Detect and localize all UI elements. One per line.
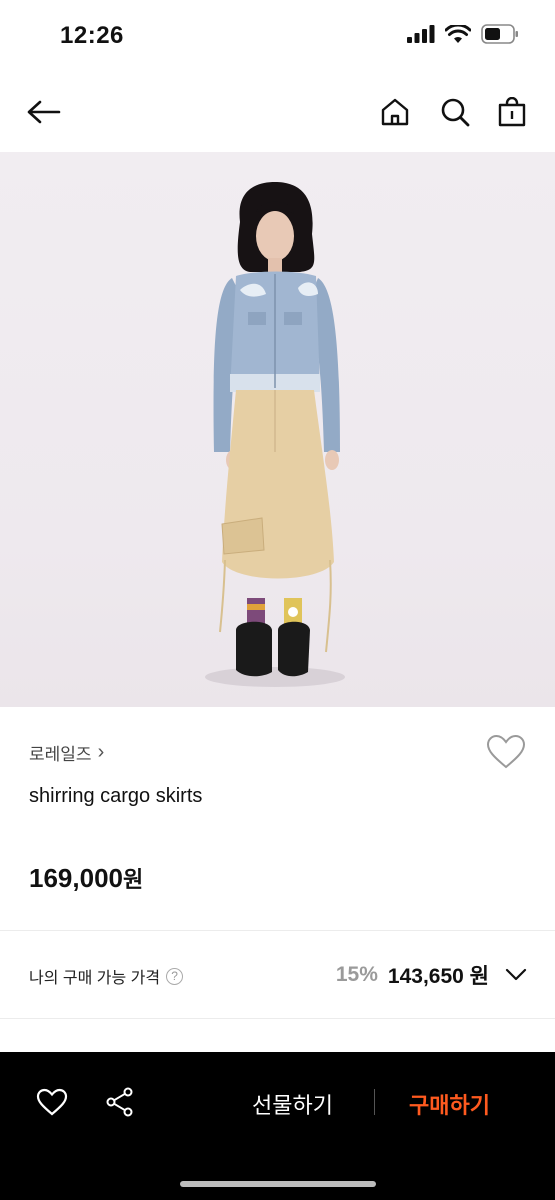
status-icons — [407, 24, 519, 44]
my-price-label-text: 나의 구매 가능 가격 — [29, 970, 161, 987]
bottom-action-bar — [0, 1052, 555, 1200]
back-arrow-icon — [27, 100, 61, 124]
chevron-down-icon — [505, 968, 527, 981]
home-icon — [381, 98, 409, 126]
discount-price: 143,650 원 — [388, 960, 489, 990]
divider — [0, 1018, 555, 1019]
home-button[interactable] — [373, 90, 417, 134]
status-bar: 12:26 — [0, 0, 555, 72]
shopping-bag-icon — [498, 97, 526, 127]
cart-button[interactable] — [490, 90, 534, 134]
product-price: 169,000원 — [29, 862, 143, 894]
wifi-icon — [445, 24, 471, 43]
share-button[interactable] — [100, 1083, 140, 1121]
price-value: 169,000 — [29, 863, 123, 893]
heart-outline-icon — [36, 1088, 68, 1116]
brand-name: 로레일즈 — [29, 745, 92, 764]
model-photo-illustration — [205, 182, 345, 687]
bottom-bar-separator — [374, 1089, 375, 1115]
gift-button[interactable]: 선물하기 — [252, 1088, 333, 1120]
brand-link[interactable]: 로레일즈 › — [29, 740, 104, 765]
like-button[interactable] — [486, 734, 528, 774]
discount-price-currency: 원 — [469, 965, 489, 988]
my-price-label: 나의 구매 가능 가격 ? — [29, 964, 184, 988]
product-image[interactable] — [0, 152, 555, 707]
discount-rate: 15% — [335, 963, 378, 986]
product-name: shirring cargo skirts — [29, 785, 203, 807]
help-icon[interactable]: ? — [166, 967, 184, 985]
share-icon — [106, 1087, 133, 1117]
wishlist-button[interactable] — [32, 1083, 72, 1121]
discount-price-value: 143,650 — [387, 965, 464, 988]
battery-icon — [481, 24, 518, 44]
home-indicator — [180, 1181, 376, 1187]
search-button[interactable] — [433, 90, 477, 134]
search-icon — [441, 98, 470, 127]
heart-outline-icon — [486, 734, 526, 769]
status-time: 12:26 — [60, 22, 124, 49]
nav-bar — [0, 72, 555, 152]
my-price-toggle[interactable]: 15% 143,650 원 — [336, 960, 527, 990]
buy-button[interactable]: 구매하기 — [409, 1088, 490, 1120]
back-button[interactable] — [22, 90, 66, 134]
divider — [0, 930, 555, 931]
price-currency: 원 — [122, 867, 144, 892]
chevron-right-icon: › — [97, 741, 105, 763]
signal-icon — [407, 25, 435, 43]
